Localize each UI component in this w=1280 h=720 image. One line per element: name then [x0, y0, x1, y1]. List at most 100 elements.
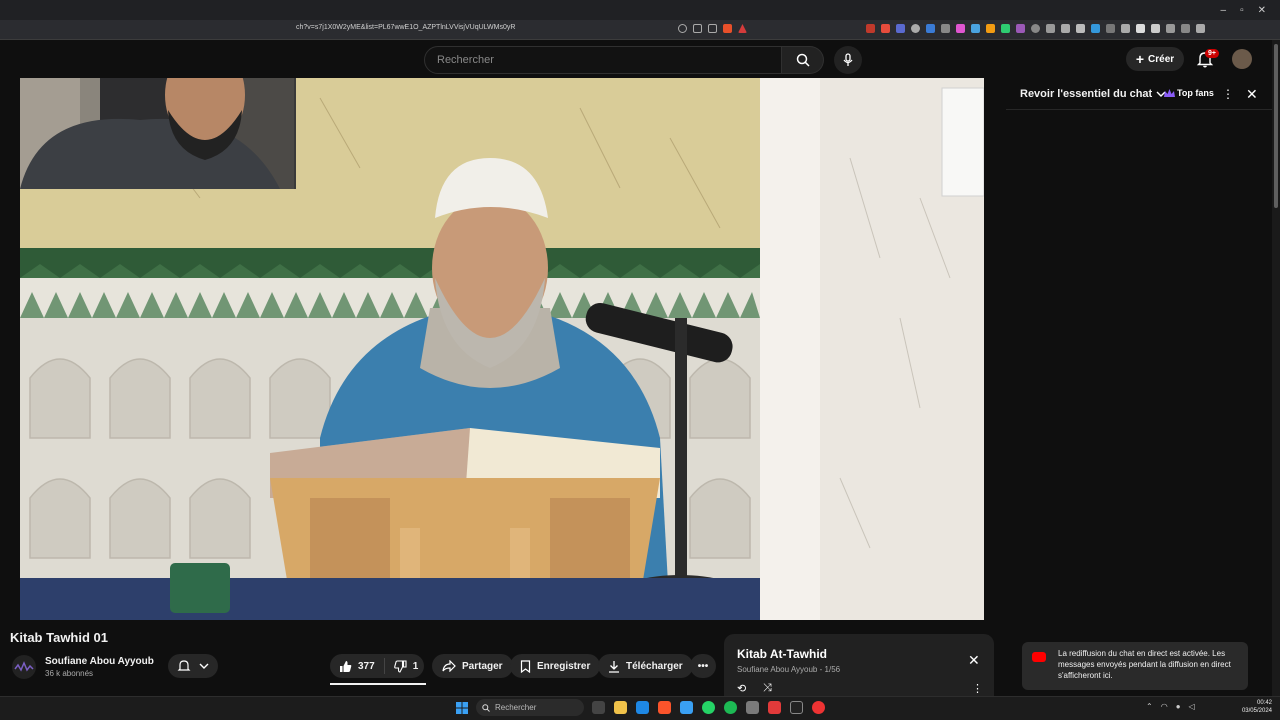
extension-icon[interactable] — [986, 24, 995, 33]
browser-titlebar — [0, 0, 1280, 20]
create-button[interactable]: + Créer — [1126, 47, 1184, 71]
close-playlist-button[interactable]: ✕ — [968, 652, 980, 669]
extension-icon[interactable] — [896, 24, 905, 33]
live-chat-panel — [1006, 78, 1272, 696]
extension-icons — [866, 24, 1205, 33]
extension-icon[interactable] — [1031, 24, 1040, 33]
subscriber-count: 36 k abonnés — [45, 669, 94, 678]
video-player[interactable] — [20, 78, 984, 620]
extension-icon[interactable] — [866, 24, 875, 33]
extension-icon[interactable] — [1091, 24, 1100, 33]
channel-name[interactable]: Soufiane Abou Ayyoub — [45, 656, 154, 667]
share-button[interactable]: Partager — [432, 654, 513, 678]
extension-icon[interactable] — [1046, 24, 1055, 33]
maximize-button[interactable]: ▫ — [1240, 5, 1244, 16]
system-clock[interactable]: 00:42 03/05/2024 — [1234, 699, 1272, 715]
bell-icon — [177, 660, 191, 671]
brave-shield-icon[interactable] — [723, 24, 732, 33]
obs-icon[interactable] — [790, 701, 803, 714]
extension-icon[interactable] — [1076, 24, 1085, 33]
dislike-button[interactable]: 1 — [385, 659, 428, 673]
account-avatar[interactable] — [1232, 49, 1252, 69]
extension-icon[interactable] — [1106, 24, 1115, 33]
window-controls: – ▫ ✕ — [1221, 0, 1280, 20]
app-icon[interactable] — [746, 701, 759, 714]
extension-icon[interactable] — [926, 24, 935, 33]
taskbar-search[interactable]: Rechercher — [476, 699, 584, 716]
close-chat-button[interactable]: ✕ — [1246, 86, 1258, 103]
volume-icon[interactable]: ◁ — [1189, 702, 1195, 711]
shuffle-icon[interactable]: ⤨ — [763, 682, 772, 695]
save-button[interactable]: Enregistrer — [510, 654, 601, 678]
extension-icon[interactable] — [881, 24, 890, 33]
extension-icon[interactable] — [1121, 24, 1130, 33]
taskview-icon[interactable] — [592, 701, 605, 714]
extension-icon[interactable] — [911, 24, 920, 33]
chat-mode-dropdown[interactable]: Revoir l'essentiel du chat — [1020, 88, 1166, 100]
extension-icon[interactable] — [1136, 24, 1145, 33]
extension-icon[interactable] — [1061, 24, 1070, 33]
whatsapp-icon[interactable] — [702, 701, 715, 714]
crown-icon — [1164, 88, 1175, 97]
share-icon[interactable] — [708, 24, 717, 33]
minimize-button[interactable]: – — [1221, 5, 1227, 16]
scrollbar-thumb[interactable] — [1274, 44, 1278, 208]
search-icon — [482, 703, 490, 712]
more-actions-button[interactable]: ••• — [690, 654, 716, 678]
chat-replay-notice: La rediffusion du chat en direct est act… — [1022, 642, 1248, 690]
app-icon[interactable] — [812, 701, 825, 714]
extension-icon[interactable] — [1196, 24, 1205, 33]
extension-icon[interactable] — [1001, 24, 1010, 33]
url-field[interactable]: ch?v=s7j1X0W2yME&list=PL67wwE1O_AZPTlnLV… — [296, 24, 515, 31]
extension-icon[interactable] — [1151, 24, 1160, 33]
playlist-position: 1/56 — [824, 665, 841, 674]
more-vert-icon[interactable]: ⋮ — [972, 682, 983, 695]
clock-date: 03/05/2024 — [1241, 708, 1272, 714]
network-icon[interactable]: ◠ — [1161, 702, 1168, 711]
search-input[interactable]: Rechercher — [424, 46, 782, 74]
chevron-up-icon[interactable]: ⌃ — [1146, 702, 1153, 711]
close-window-button[interactable]: ✕ — [1258, 5, 1266, 16]
loop-icon[interactable]: ⟲ — [737, 682, 746, 695]
more-vert-icon[interactable]: ⋮ — [1222, 87, 1234, 101]
search-button[interactable] — [782, 46, 824, 74]
extension-icon[interactable] — [1016, 24, 1025, 33]
clock-time: 00:42 — [1256, 700, 1272, 706]
like-button[interactable]: 377 — [330, 658, 385, 674]
zoom-icon[interactable] — [678, 24, 687, 33]
like-count: 377 — [358, 660, 375, 672]
store-icon[interactable] — [636, 701, 649, 714]
webcam-overlay — [20, 78, 296, 189]
playlist-channel[interactable]: Soufiane Abou Ayyoub — [737, 665, 817, 674]
download-button[interactable]: Télécharger — [598, 654, 693, 678]
mic-icon[interactable]: ● — [1176, 702, 1181, 711]
brave-icon[interactable] — [658, 701, 671, 714]
windows-start-icon[interactable] — [456, 702, 468, 714]
top-fans-badge[interactable]: Top fans — [1164, 88, 1214, 98]
spotify-icon[interactable] — [724, 701, 737, 714]
cast-icon[interactable] — [693, 24, 702, 33]
create-label: Créer — [1148, 53, 1175, 65]
voice-search-button[interactable] — [834, 46, 862, 74]
file-explorer-icon[interactable] — [614, 701, 627, 714]
channel-avatar[interactable] — [12, 655, 36, 679]
brave-rewards-icon[interactable] — [738, 24, 747, 33]
top-fans-label: Top fans — [1177, 88, 1214, 98]
app-icon[interactable] — [680, 701, 693, 714]
extension-icon[interactable] — [1166, 24, 1175, 33]
extension-icon[interactable] — [971, 24, 980, 33]
app-icon[interactable] — [768, 701, 781, 714]
extension-icon[interactable] — [941, 24, 950, 33]
notification-badge: 9+ — [1205, 49, 1219, 58]
share-icon — [442, 660, 456, 672]
more-horiz-icon: ••• — [697, 660, 709, 672]
address-bar-icons — [678, 24, 747, 33]
subscription-bell-button[interactable] — [168, 654, 218, 678]
extension-icon[interactable] — [1181, 24, 1190, 33]
thumbs-up-icon — [340, 660, 352, 672]
extension-icon[interactable] — [956, 24, 965, 33]
bookmark-icon — [520, 659, 531, 673]
playlist-meta: Soufiane Abou Ayyoub - 1/56 — [737, 665, 840, 674]
download-icon — [609, 660, 619, 673]
playlist-title[interactable]: Kitab At-Tawhid — [737, 647, 827, 661]
